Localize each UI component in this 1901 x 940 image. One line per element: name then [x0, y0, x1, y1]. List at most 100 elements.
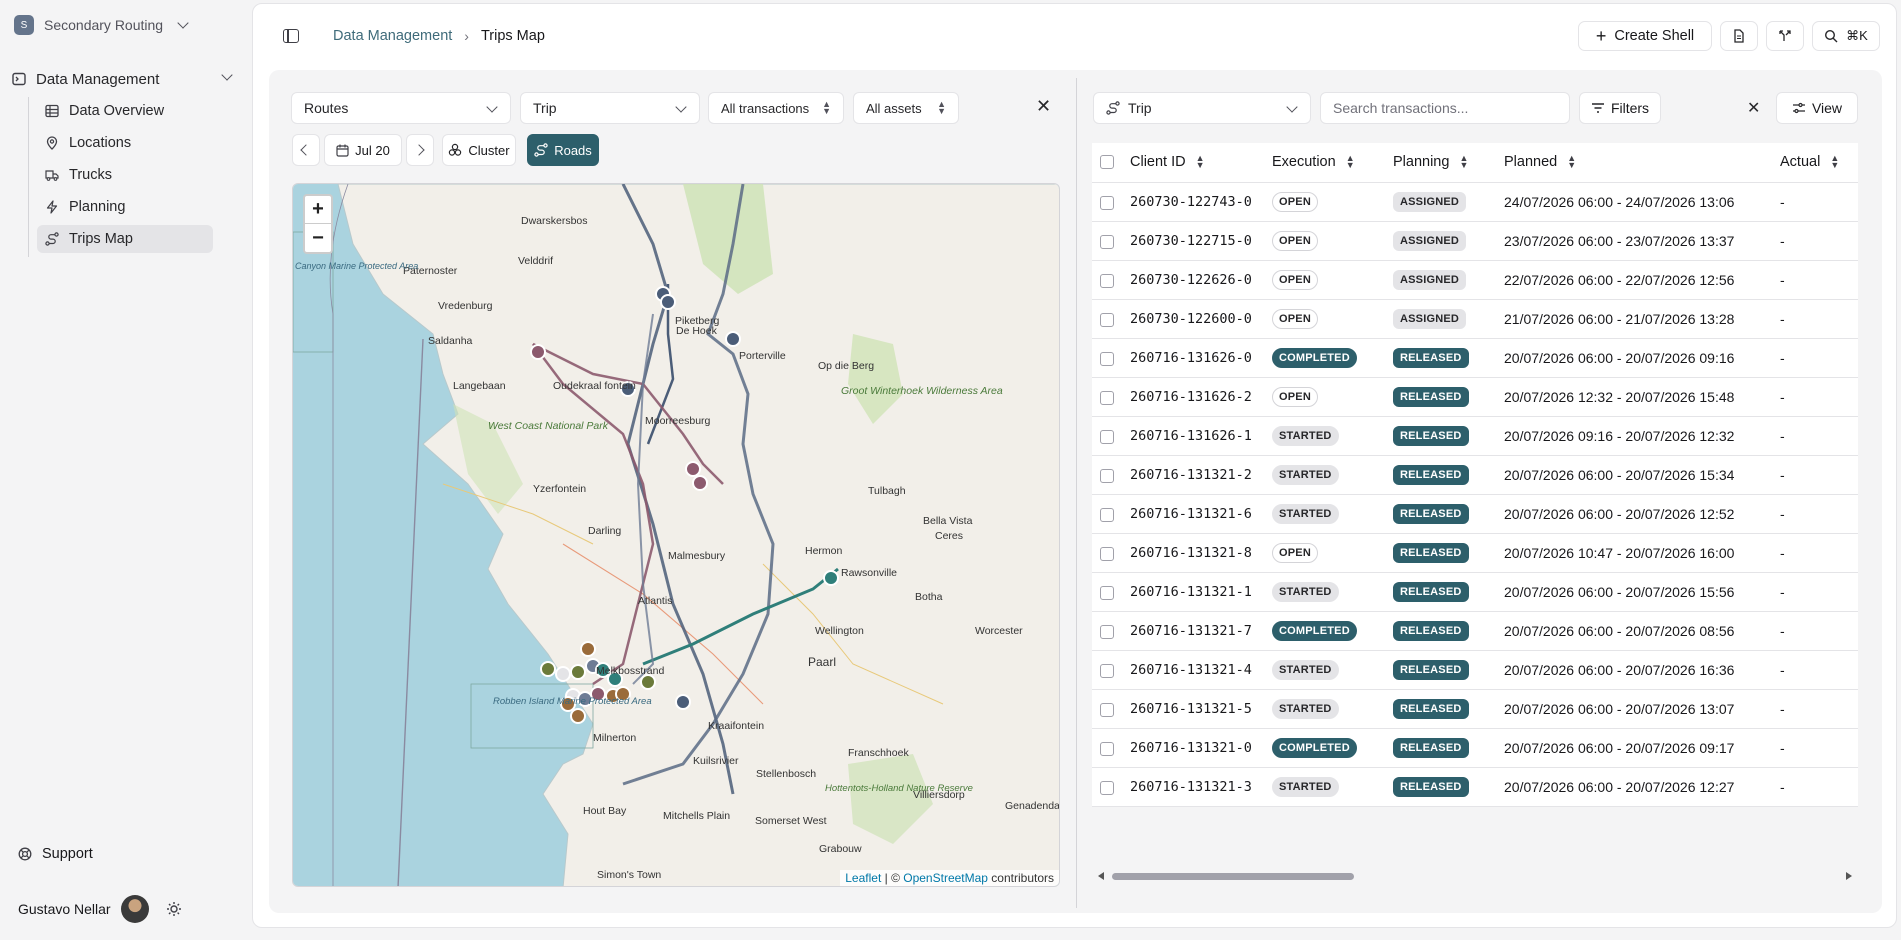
attribution-sep: | ©	[881, 871, 904, 885]
user-menu[interactable]: Gustavo Nellar	[18, 895, 183, 923]
column-header-execution[interactable]: Execution ▲ ▼	[1272, 143, 1393, 183]
zoom-out-button[interactable]: −	[305, 224, 331, 252]
place-label: Paarl	[808, 655, 836, 669]
table-header-row: Client ID ▲ ▼ Execution ▲ ▼ Planning ▲ ▼ Plann…	[1092, 143, 1858, 183]
table-row[interactable]: 260716-131321-4 STARTED RELEASED 20/07/2026…	[1092, 650, 1858, 690]
view-button[interactable]: View	[1776, 92, 1858, 124]
command-search-button[interactable]: ⌘K	[1812, 21, 1880, 51]
sort-icon: ▲ ▼	[1345, 153, 1355, 171]
execution-cell: OPEN	[1272, 377, 1393, 417]
row-checkbox[interactable]	[1100, 234, 1114, 249]
table-row[interactable]: 260730-122600-0 OPEN ASSIGNED 21/07/2026 06…	[1092, 299, 1858, 339]
map-canvas[interactable]: Dwarskersbos Velddrif Paternoster Vreden…	[293, 184, 1060, 887]
layer-select[interactable]: Routes	[291, 92, 511, 124]
row-checkbox[interactable]	[1100, 780, 1114, 795]
merge-button[interactable]	[1766, 21, 1804, 51]
workspace-switcher[interactable]: S Secondary Routing	[14, 12, 189, 38]
table-row[interactable]: 260716-131321-5 STARTED RELEASED 20/07/2026…	[1092, 689, 1858, 729]
execution-status-badge: STARTED	[1272, 425, 1339, 446]
table-row[interactable]: 260716-131321-0 COMPLETED RELEASED 20/07/20…	[1092, 728, 1858, 768]
document-button[interactable]	[1720, 21, 1758, 51]
sidebar-item-locations[interactable]: Locations	[37, 129, 213, 157]
scroll-right-icon[interactable]	[1846, 872, 1852, 880]
row-checkbox[interactable]	[1100, 312, 1114, 327]
sun-icon[interactable]	[165, 900, 183, 918]
planned-cell: 20/07/2026 06:00 - 20/07/2026 15:56	[1504, 572, 1780, 612]
map-group-select[interactable]: Trip	[520, 92, 700, 124]
filters-button[interactable]: Filters	[1579, 92, 1661, 124]
row-checkbox[interactable]	[1100, 741, 1114, 756]
row-checkbox[interactable]	[1100, 507, 1114, 522]
row-checkbox[interactable]	[1100, 624, 1114, 639]
row-checkbox[interactable]	[1100, 663, 1114, 678]
nav-group-data-management[interactable]: Data Management	[12, 66, 239, 92]
table-group-select[interactable]: Trip	[1093, 92, 1311, 124]
table-row[interactable]: 260716-131321-7 COMPLETED RELEASED 20/07/20…	[1092, 611, 1858, 651]
row-checkbox[interactable]	[1100, 702, 1114, 717]
table-row[interactable]: 260716-131321-8 OPEN RELEASED 20/07/2026 10…	[1092, 533, 1858, 573]
planning-cell: RELEASED	[1393, 338, 1504, 378]
support-link[interactable]: Support	[18, 846, 93, 862]
date-picker-button[interactable]: Jul 20	[324, 134, 402, 166]
chevron-down-icon	[675, 101, 687, 113]
table-row[interactable]: 260716-131321-1 STARTED RELEASED 20/07/2026…	[1092, 572, 1858, 612]
select-all-checkbox[interactable]	[1100, 155, 1114, 170]
panel-divider[interactable]	[1076, 78, 1077, 908]
leaflet-link[interactable]: Leaflet	[845, 871, 881, 885]
planning-cell: RELEASED	[1393, 533, 1504, 573]
table-row[interactable]: 260730-122626-0 OPEN ASSIGNED 22/07/2026 06…	[1092, 260, 1858, 300]
row-checkbox[interactable]	[1100, 429, 1114, 444]
bolt-icon	[46, 200, 58, 214]
row-checkbox[interactable]	[1100, 585, 1114, 600]
sidebar-toggle-icon[interactable]	[283, 29, 299, 43]
row-checkbox[interactable]	[1100, 468, 1114, 483]
scroll-left-icon[interactable]	[1098, 872, 1104, 880]
table-row[interactable]: 260716-131321-6 STARTED RELEASED 20/07/2026…	[1092, 494, 1858, 534]
execution-cell: OPEN	[1272, 299, 1393, 339]
row-checkbox[interactable]	[1100, 273, 1114, 288]
cluster-toggle[interactable]: Cluster	[442, 134, 516, 166]
scrollbar-thumb[interactable]	[1112, 873, 1354, 880]
sidebar-item-data-overview[interactable]: Data Overview	[37, 97, 213, 125]
filters-label: Filters	[1610, 100, 1650, 116]
roads-toggle[interactable]: Roads	[527, 134, 599, 166]
execution-status-badge: STARTED	[1272, 659, 1339, 680]
breadcrumb-parent[interactable]: Data Management	[333, 28, 452, 44]
table-row[interactable]: 260716-131626-0 COMPLETED RELEASED 20/07/20…	[1092, 338, 1858, 378]
sidebar-item-trucks[interactable]: Trucks	[37, 161, 213, 189]
transactions-select[interactable]: All transactions ▲ ▼	[708, 92, 844, 124]
row-checkbox[interactable]	[1100, 546, 1114, 561]
table-row[interactable]: 260716-131626-1 STARTED RELEASED 20/07/2026…	[1092, 416, 1858, 456]
column-header-planning[interactable]: Planning ▲ ▼	[1393, 143, 1504, 183]
clear-filters-icon[interactable]: ✕	[1747, 98, 1760, 118]
place-label: Atlantis	[638, 595, 672, 607]
table-row[interactable]: 260716-131321-3 STARTED RELEASED 20/07/2026…	[1092, 767, 1858, 807]
actual-cell: -	[1780, 299, 1858, 339]
osm-link[interactable]: OpenStreetMap	[903, 871, 988, 885]
execution-status-badge: OPEN	[1272, 230, 1318, 251]
table-row[interactable]: 260716-131626-2 OPEN RELEASED 20/07/2026 12…	[1092, 377, 1858, 417]
planning-status-badge: ASSIGNED	[1393, 269, 1467, 290]
column-header-actual[interactable]: Actual ▲ ▼	[1780, 143, 1858, 183]
sidebar-item-planning[interactable]: Planning	[37, 193, 213, 221]
table-row[interactable]: 260716-131321-2 STARTED RELEASED 20/07/2026…	[1092, 455, 1858, 495]
place-label: Grabouw	[819, 843, 862, 855]
create-shell-button[interactable]: + Create Shell	[1578, 21, 1712, 51]
table-row[interactable]: 260730-122715-0 OPEN ASSIGNED 23/07/2026 06…	[1092, 221, 1858, 261]
prev-date-button[interactable]	[292, 134, 320, 166]
column-label: Planned	[1504, 154, 1558, 171]
sidebar-item-trips-map[interactable]: Trips Map	[37, 225, 213, 253]
column-header-client-id[interactable]: Client ID ▲ ▼	[1130, 143, 1272, 183]
row-checkbox[interactable]	[1100, 351, 1114, 366]
table-row[interactable]: 260730-122743-0 OPEN ASSIGNED 24/07/2026 06…	[1092, 182, 1858, 222]
assets-select[interactable]: All assets ▲ ▼	[853, 92, 959, 124]
close-map-panel-icon[interactable]: ✕	[1036, 96, 1051, 117]
column-header-planned[interactable]: Planned ▲ ▼	[1504, 143, 1780, 183]
horizontal-scrollbar[interactable]	[1092, 868, 1858, 884]
search-input[interactable]: Search transactions...	[1320, 92, 1570, 124]
row-checkbox[interactable]	[1100, 195, 1114, 210]
trips-map[interactable]: Dwarskersbos Velddrif Paternoster Vreden…	[292, 183, 1060, 887]
zoom-in-button[interactable]: +	[305, 196, 331, 224]
next-date-button[interactable]	[406, 134, 434, 166]
row-checkbox[interactable]	[1100, 390, 1114, 405]
